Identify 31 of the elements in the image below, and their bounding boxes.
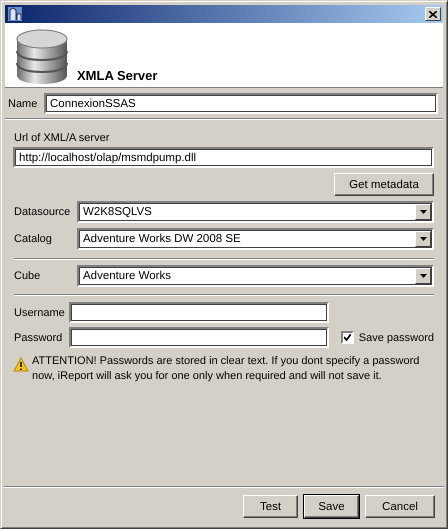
password-field[interactable] — [68, 327, 329, 348]
url-field[interactable]: http://localhost/olap/msmdpump.dll — [13, 147, 434, 168]
dialog-button[interactable]: Cancel — [365, 495, 435, 518]
field-label: Url of XML/A server — [14, 132, 110, 144]
close-button[interactable] — [425, 7, 441, 21]
field-label: Cube — [14, 270, 42, 282]
checkmark-icon — [344, 334, 351, 341]
field-label: Username — [14, 306, 66, 318]
dialog-heading: XMLA Server — [77, 68, 158, 83]
dropdown-arrow-icon[interactable] — [420, 210, 426, 214]
field-label: Catalog — [14, 233, 53, 245]
dropdown-arrow-icon[interactable] — [420, 274, 426, 278]
warning-message: ATTENTION! Passwords are stored in clear text. If you dont specify a password now, iReport will ask you for one only when required and will not save it. — [32, 354, 420, 384]
dropdown[interactable]: W2K8SQLVS — [77, 201, 434, 223]
warning-icon — [13, 357, 29, 372]
database-icon — [13, 27, 71, 85]
dialog-button[interactable]: Test — [243, 495, 298, 518]
dropdown[interactable]: Adventure Works — [77, 265, 434, 287]
dialog-button[interactable]: Save — [304, 495, 359, 518]
dropdown[interactable]: Adventure Works DW 2008 SE — [77, 228, 434, 250]
field-label: Datasource — [14, 206, 72, 218]
app-icon — [7, 6, 23, 22]
get-metadata-button[interactable]: Get metadata — [334, 173, 434, 196]
checkbox[interactable] — [340, 331, 354, 344]
checkbox-label[interactable]: Save password — [358, 332, 434, 344]
dropdown-arrow-icon[interactable] — [420, 237, 426, 241]
field-label: Password — [14, 332, 64, 344]
username-field[interactable] — [69, 302, 329, 323]
name-field[interactable]: ConnexionSSAS — [44, 93, 438, 114]
field-label: Name — [8, 98, 38, 110]
close-icon — [429, 10, 437, 18]
